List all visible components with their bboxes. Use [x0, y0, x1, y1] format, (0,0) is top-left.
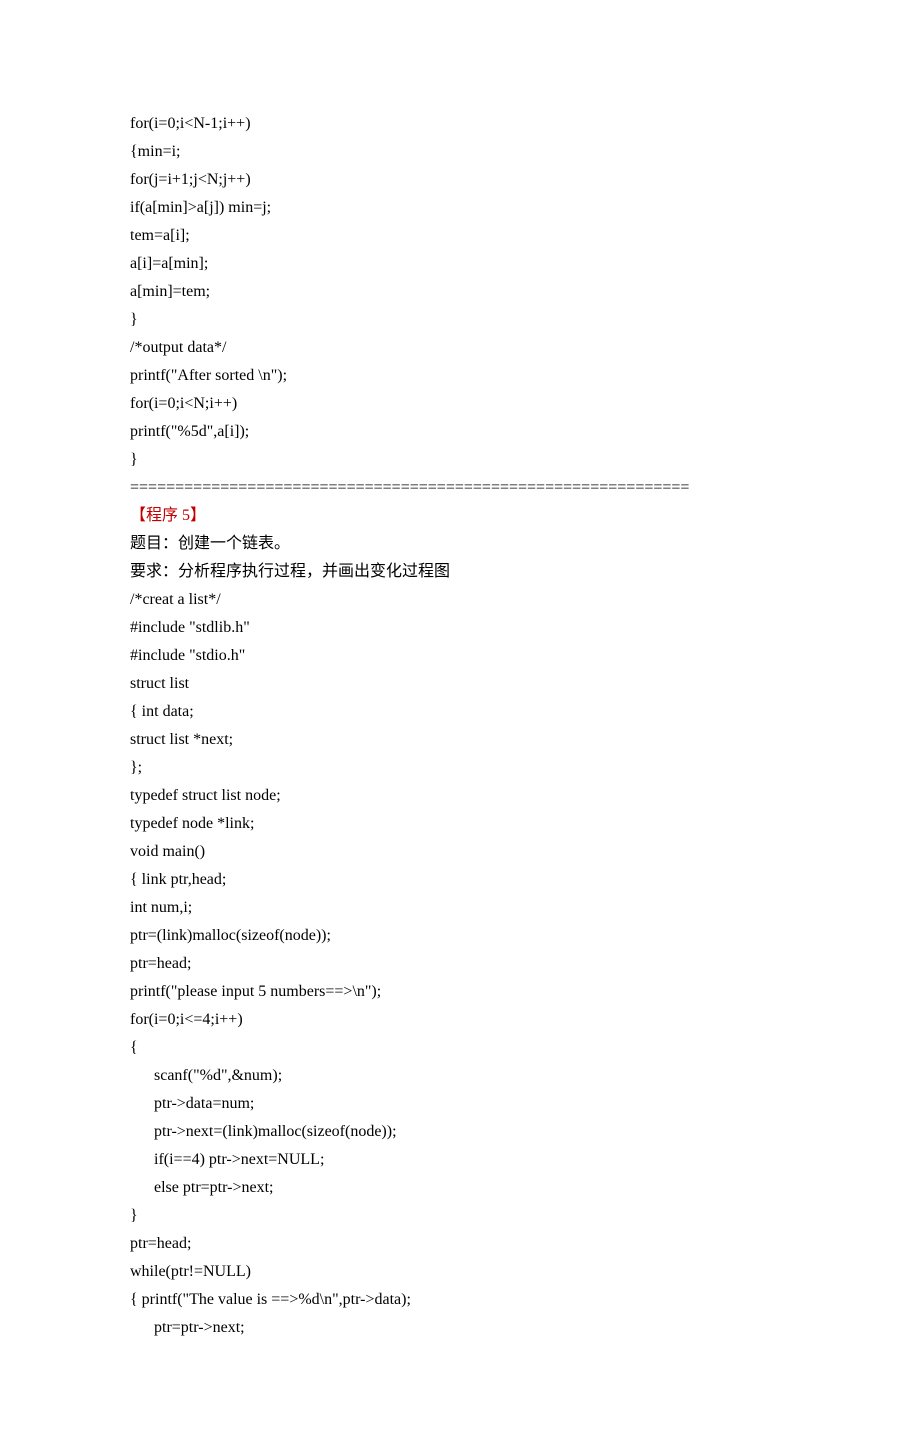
code-line: for(j=i+1;j<N;j++): [130, 166, 790, 194]
code-line: printf("After sorted \n");: [130, 362, 790, 390]
description-requirement: 要求：分析程序执行过程，并画出变化过程图: [130, 558, 790, 586]
code-line: struct list: [130, 670, 790, 698]
code-line: ptr->data=num;: [130, 1090, 790, 1118]
code-line: { printf("The value is ==>%d\n",ptr->dat…: [130, 1286, 790, 1314]
code-line: tem=a[i];: [130, 222, 790, 250]
description-title: 题目：创建一个链表。: [130, 530, 790, 558]
code-line: for(i=0;i<N-1;i++): [130, 110, 790, 138]
code-line: scanf("%d",&num);: [130, 1062, 790, 1090]
code-line: { int data;: [130, 698, 790, 726]
section-divider: ========================================…: [130, 474, 790, 502]
code-line: ptr->next=(link)malloc(sizeof(node));: [130, 1118, 790, 1146]
code-line: }: [130, 446, 790, 474]
code-line: printf("%5d",a[i]);: [130, 418, 790, 446]
program-heading: 【程序 5】: [130, 502, 790, 530]
code-line: }: [130, 1202, 790, 1230]
code-line: struct list *next;: [130, 726, 790, 754]
code-block-bottom: /*creat a list*/ #include "stdlib.h" #in…: [130, 586, 790, 1342]
code-line: ptr=ptr->next;: [130, 1314, 790, 1342]
code-line: for(i=0;i<N;i++): [130, 390, 790, 418]
code-line: ptr=head;: [130, 950, 790, 978]
code-line: { link ptr,head;: [130, 866, 790, 894]
code-line: while(ptr!=NULL): [130, 1258, 790, 1286]
code-line: if(a[min]>a[j]) min=j;: [130, 194, 790, 222]
code-line: for(i=0;i<=4;i++): [130, 1006, 790, 1034]
code-line: a[i]=a[min];: [130, 250, 790, 278]
code-line: /*output data*/: [130, 334, 790, 362]
code-line: {min=i;: [130, 138, 790, 166]
code-line: int num,i;: [130, 894, 790, 922]
code-block-top: for(i=0;i<N-1;i++) {min=i; for(j=i+1;j<N…: [130, 110, 790, 474]
code-line: a[min]=tem;: [130, 278, 790, 306]
code-line: #include "stdio.h": [130, 642, 790, 670]
code-line: void main(): [130, 838, 790, 866]
code-line: /*creat a list*/: [130, 586, 790, 614]
code-line: {: [130, 1034, 790, 1062]
code-line: }: [130, 306, 790, 334]
document-page: for(i=0;i<N-1;i++) {min=i; for(j=i+1;j<N…: [0, 0, 920, 1442]
code-line: else ptr=ptr->next;: [130, 1174, 790, 1202]
code-line: ptr=head;: [130, 1230, 790, 1258]
code-line: };: [130, 754, 790, 782]
code-line: ptr=(link)malloc(sizeof(node));: [130, 922, 790, 950]
code-line: typedef struct list node;: [130, 782, 790, 810]
code-line: printf("please input 5 numbers==>\n");: [130, 978, 790, 1006]
code-line: if(i==4) ptr->next=NULL;: [130, 1146, 790, 1174]
code-line: typedef node *link;: [130, 810, 790, 838]
code-line: #include "stdlib.h": [130, 614, 790, 642]
